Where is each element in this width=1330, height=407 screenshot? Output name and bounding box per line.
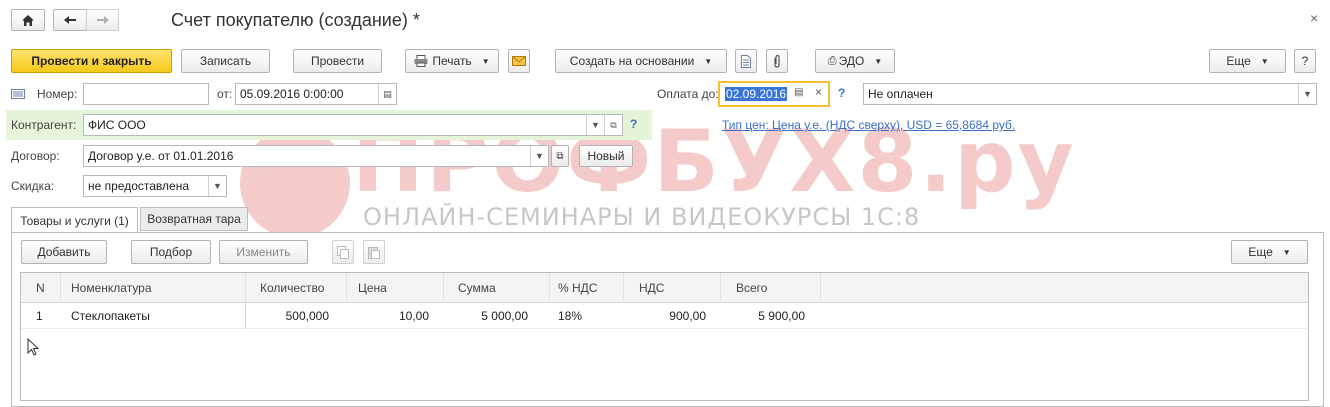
post-button[interactable]: Провести [293, 49, 382, 73]
arrow-left-icon [64, 16, 76, 24]
number-field[interactable] [83, 83, 209, 105]
new-contract-button[interactable]: Новый [579, 145, 633, 167]
window-title: Счет покупателю (создание) * [171, 10, 420, 30]
date-value: 05.09.2016 0:00:00 [240, 87, 344, 101]
col-price[interactable]: Цена [347, 273, 444, 303]
contractor-help-icon[interactable]: ? [630, 117, 637, 131]
print-button-label: Печать [432, 54, 472, 68]
contract-dropdown-icon[interactable]: ▼ [530, 146, 548, 166]
copy-icon [337, 245, 349, 259]
date-label: от: [217, 87, 233, 101]
col-nomenclature[interactable]: Номенклатура [61, 273, 246, 303]
list-icon [11, 88, 25, 102]
contract-open-icon[interactable]: ⧉ [551, 145, 569, 167]
edo-icon: ⎙ [827, 54, 837, 67]
mouse-cursor-icon [27, 338, 39, 356]
payment-status-select[interactable]: Не оплачен ▼ [863, 83, 1317, 105]
discount-value: не предоставлена [88, 179, 190, 193]
edo-button[interactable]: ⎙ ЭДО ▼ [815, 49, 895, 73]
cell-vat-rate: 18% [558, 309, 583, 323]
home-button[interactable] [11, 9, 45, 31]
discount-label: Скидка: [11, 179, 55, 193]
col-total[interactable]: Всего [721, 273, 821, 303]
tab-returnable-container-label: Возвратная тара [147, 212, 241, 226]
add-button[interactable]: Добавить [21, 240, 107, 264]
home-icon [22, 14, 34, 26]
col-vat[interactable]: НДС [624, 273, 721, 303]
row-divider [245, 303, 246, 329]
print-button[interactable]: Печать ▼ [405, 49, 499, 73]
arrow-right-icon [96, 16, 109, 24]
payment-date-value: 02.09.2016 [725, 87, 788, 101]
create-based-on-label: Создать на основании [569, 54, 695, 68]
contractor-dropdown-icon[interactable]: ▼ [586, 115, 604, 135]
payment-date-field[interactable]: 02.09.2016 ▤ × [718, 81, 830, 107]
col-n[interactable]: N [21, 273, 61, 303]
payment-label: Оплата до: [657, 87, 719, 101]
table-header: N Номенклатура Количество Цена Сумма % Н… [21, 273, 1308, 303]
price-type-link[interactable]: Тип цен: Цена у.е. (НДС сверху), USD = 6… [722, 118, 1015, 132]
payment-clear-icon[interactable]: × [815, 85, 822, 99]
table-more-button[interactable]: Еще ▼ [1231, 240, 1308, 264]
number-label: Номер: [37, 87, 78, 101]
more-button[interactable]: Еще ▼ [1209, 49, 1286, 73]
back-button[interactable] [53, 9, 87, 31]
paste-icon [368, 246, 380, 259]
chevron-down-icon[interactable]: ▼ [1298, 84, 1316, 104]
save-button[interactable]: Записать [181, 49, 270, 73]
tab-returnable-container[interactable]: Возвратная тара [140, 207, 248, 231]
copy-button[interactable] [332, 240, 354, 264]
contractor-label: Контрагент: [11, 118, 77, 132]
cell-vat: 900,00 [669, 309, 706, 323]
edo-label: ЭДО [838, 54, 865, 68]
email-button[interactable] [508, 49, 530, 73]
discount-dropdown-icon[interactable]: ▼ [208, 176, 226, 196]
attachment-button[interactable] [766, 49, 788, 73]
payment-help-icon[interactable]: ? [838, 86, 845, 100]
table-more-label: Еще [1248, 245, 1273, 259]
cell-n: 1 [36, 309, 43, 323]
contractor-value: ФИС ООО [88, 118, 146, 132]
payment-calendar-icon[interactable]: ▤ [794, 87, 803, 98]
help-button[interactable]: ? [1294, 49, 1316, 73]
col-quantity[interactable]: Количество [246, 273, 347, 303]
document-icon [741, 54, 751, 68]
close-icon[interactable]: × [1310, 10, 1318, 26]
paste-button[interactable] [363, 240, 385, 264]
discount-select[interactable]: не предоставлена ▼ [83, 175, 227, 197]
payment-status-value: Не оплачен [868, 87, 933, 101]
envelope-icon [512, 56, 526, 66]
date-field[interactable]: 05.09.2016 0:00:00 ▤ [235, 83, 397, 105]
calendar-icon[interactable]: ▤ [378, 84, 396, 104]
contract-field[interactable]: Договор у.е. от 01.01.2016 ▼ [83, 145, 549, 167]
col-sum[interactable]: Сумма [444, 273, 550, 303]
post-and-close-button[interactable]: Провести и закрыть [11, 49, 172, 73]
edit-button[interactable]: Изменить [219, 240, 308, 264]
cell-price: 10,00 [398, 309, 429, 323]
tab-goods-services-label: Товары и услуги (1) [20, 213, 129, 228]
create-based-on-button[interactable]: Создать на основании ▼ [555, 49, 727, 73]
contractor-open-icon[interactable]: ⧉ [604, 115, 622, 135]
tab-goods-services[interactable]: Товары и услуги (1) [11, 207, 138, 233]
cell-quantity: 500,000 [285, 309, 329, 323]
cell-nomenclature: Стеклопакеты [71, 309, 150, 323]
printer-icon [414, 55, 428, 67]
watermark-subtitle: ОНЛАЙН-СЕМИНАРЫ И ВИДЕОКУРСЫ 1С:8 [363, 203, 921, 231]
contract-value: Договор у.е. от 01.01.2016 [88, 149, 234, 163]
more-label: Еще [1226, 54, 1251, 68]
table-row[interactable]: 1 Стеклопакеты 500,000 10,00 5 000,00 18… [21, 303, 1308, 329]
paperclip-icon [774, 54, 780, 68]
contract-label: Договор: [11, 149, 60, 163]
forward-button[interactable] [86, 9, 119, 31]
cell-sum: 5 000,00 [481, 309, 528, 323]
col-vat-rate[interactable]: % НДС [550, 273, 624, 303]
document-button[interactable] [735, 49, 757, 73]
items-table: N Номенклатура Количество Цена Сумма % Н… [20, 272, 1309, 401]
cell-total: 5 900,00 [758, 309, 805, 323]
contractor-field[interactable]: ФИС ООО ⧉ ▼ [83, 114, 623, 136]
select-button[interactable]: Подбор [131, 240, 211, 264]
